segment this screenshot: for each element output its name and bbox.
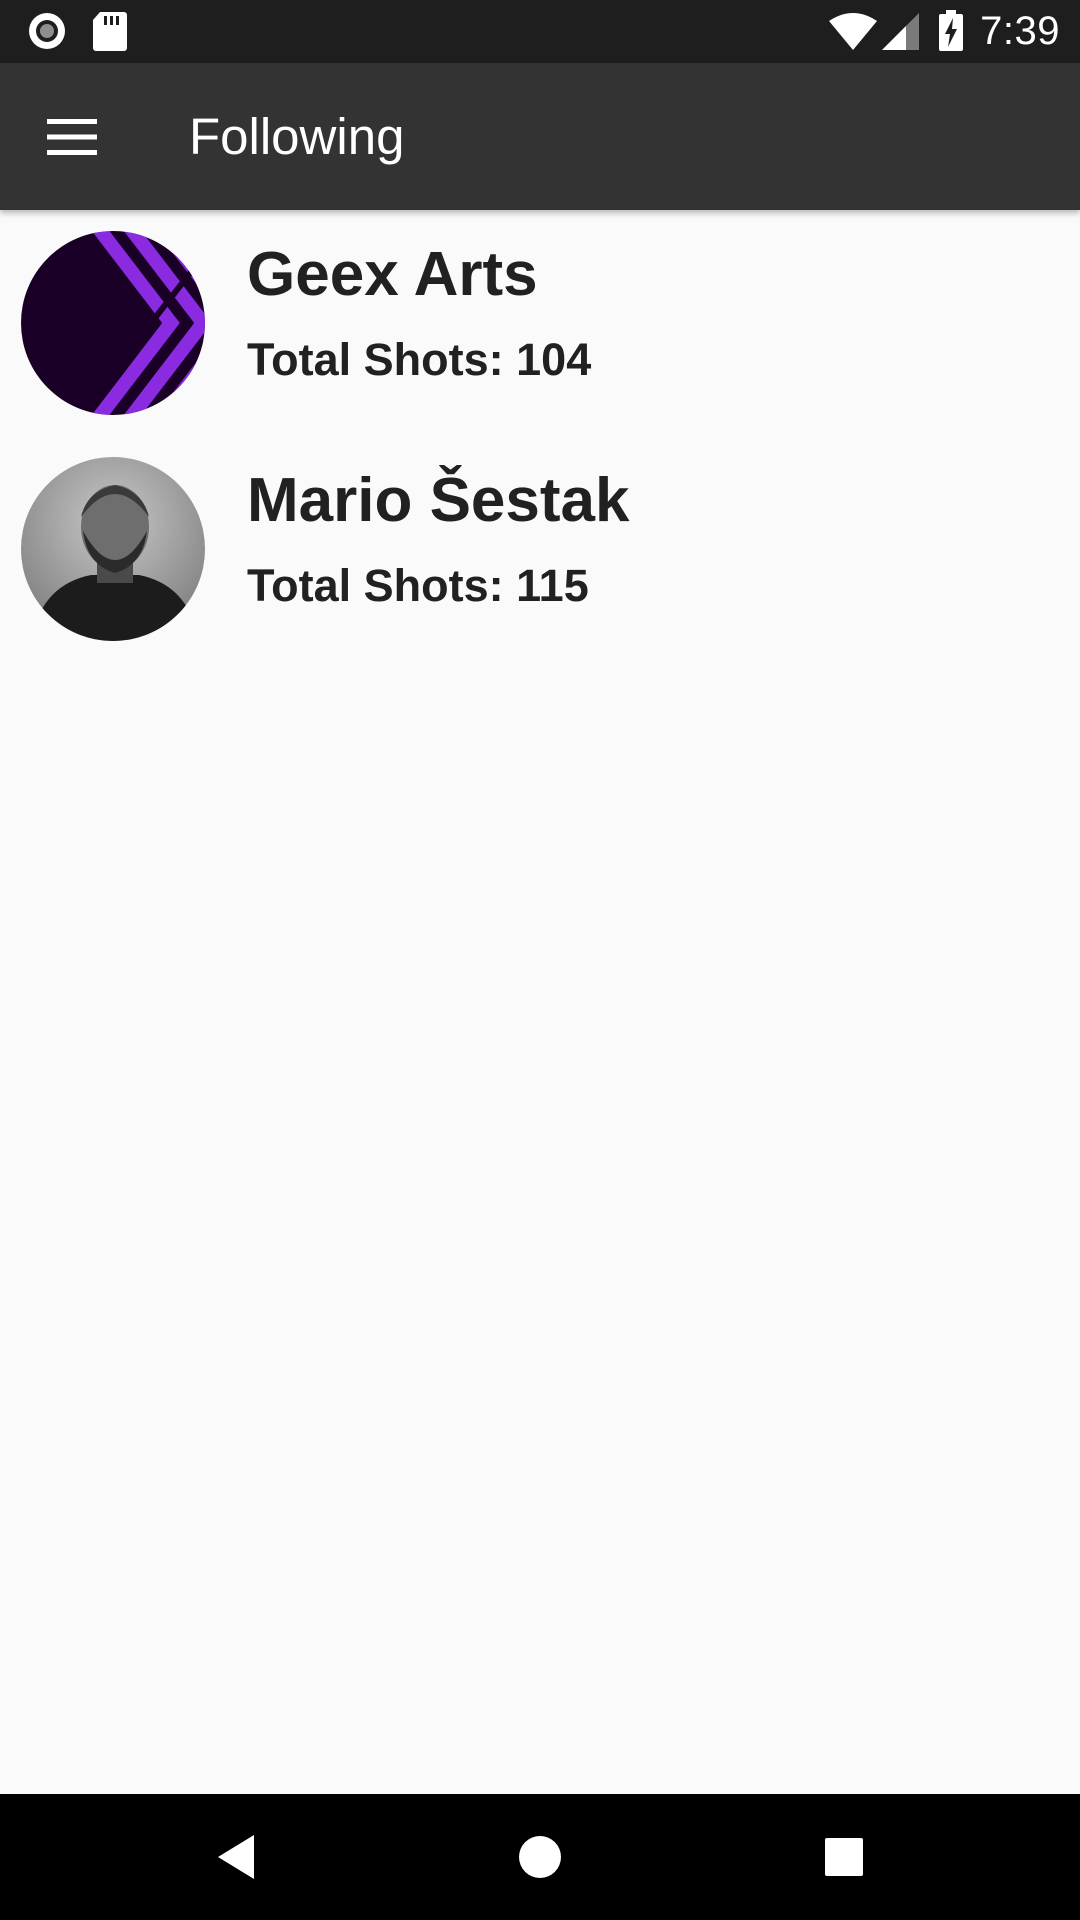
- recents-icon: [825, 1838, 863, 1876]
- following-list: Geex Arts Total Shots: 104 Mario Šestak …: [0, 210, 1080, 662]
- home-button[interactable]: [508, 1825, 572, 1889]
- status-left-icons: [26, 10, 128, 52]
- back-icon: [218, 1835, 254, 1879]
- record-icon: [29, 13, 65, 49]
- geex-arts-logo-avatar: [21, 231, 205, 415]
- status-right-icons: 7:39: [828, 8, 1060, 54]
- hamburger-menu-icon: [47, 119, 97, 155]
- cell-signal-icon: [882, 13, 920, 50]
- navigation-bar: [0, 1794, 1080, 1920]
- user-name: Geex Arts: [247, 240, 538, 309]
- battery-charging-icon: [939, 10, 964, 51]
- back-button[interactable]: [204, 1825, 268, 1889]
- menu-button[interactable]: [30, 95, 114, 179]
- status-time: 7:39: [980, 8, 1060, 53]
- list-item[interactable]: Mario Šestak Total Shots: 115: [0, 436, 1080, 662]
- list-item[interactable]: Geex Arts Total Shots: 104: [0, 210, 1080, 436]
- app-bar: Following: [0, 63, 1080, 210]
- total-shots: Total Shots: 104: [247, 334, 592, 385]
- profile-photo-avatar: [21, 457, 205, 641]
- avatar[interactable]: [21, 457, 205, 641]
- recents-button[interactable]: [812, 1825, 876, 1889]
- home-icon: [519, 1836, 561, 1878]
- user-name: Mario Šestak: [247, 466, 630, 535]
- avatar[interactable]: [21, 231, 205, 415]
- wifi-icon: [829, 13, 878, 50]
- status-bar: 7:39: [0, 0, 1080, 63]
- sd-card-icon: [93, 12, 127, 51]
- total-shots: Total Shots: 115: [247, 560, 589, 611]
- page-title: Following: [189, 108, 405, 165]
